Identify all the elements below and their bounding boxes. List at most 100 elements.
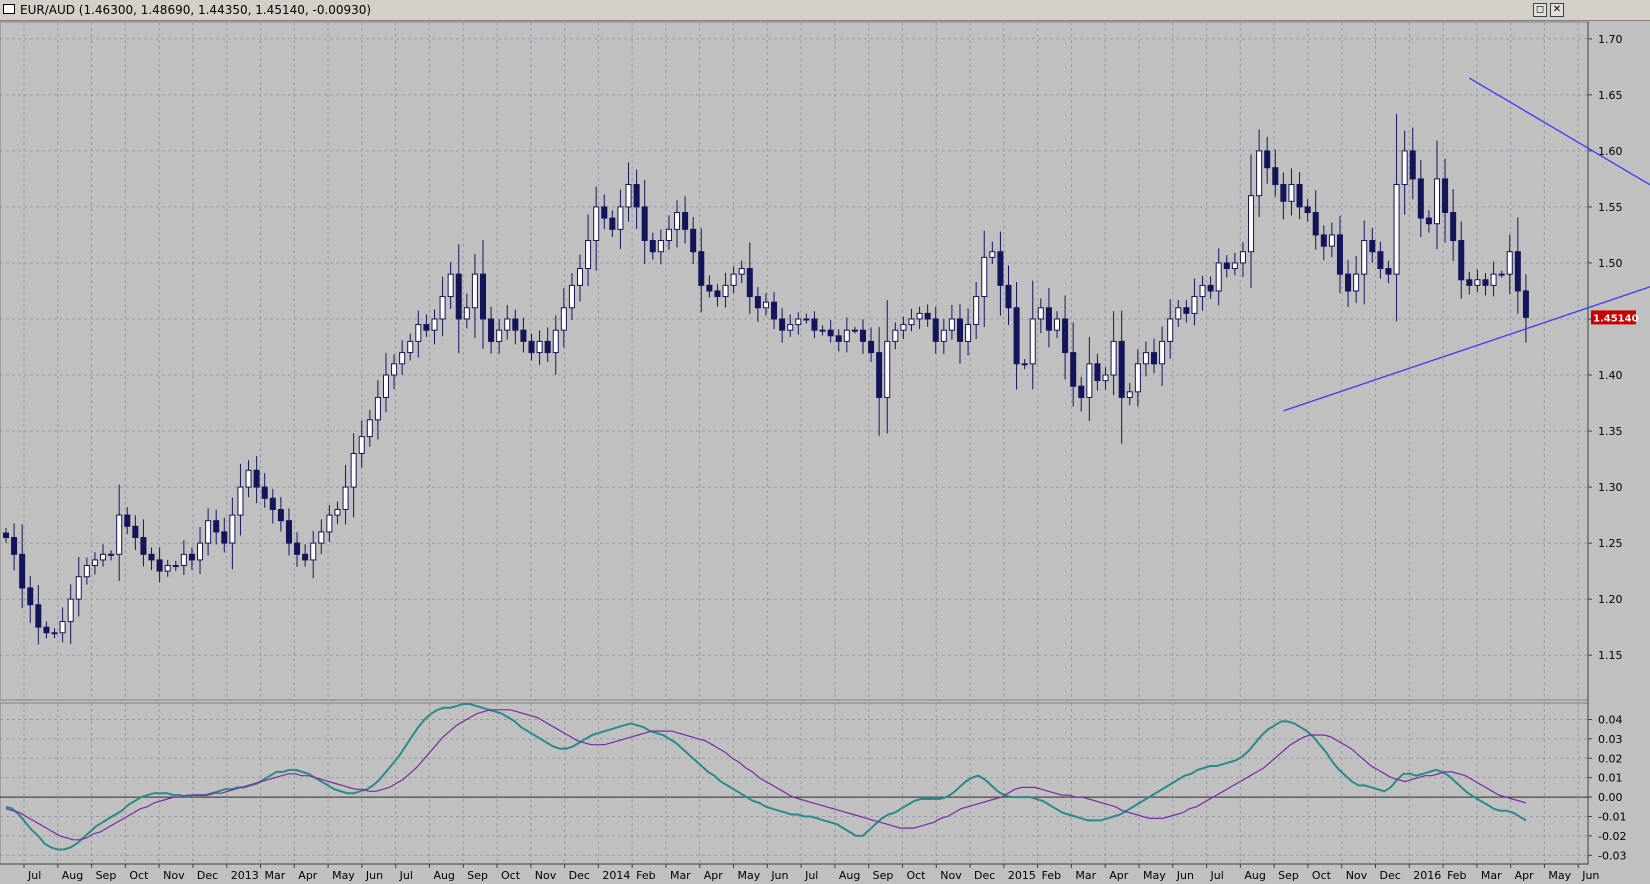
bullish-candle-body [1506, 251, 1513, 275]
bearish-candle-body [11, 537, 18, 555]
price-axis-label: 1.15 [1598, 649, 1623, 662]
bearish-candle-body [520, 329, 527, 342]
bullish-candle-body [496, 329, 503, 342]
bearish-candle-body [1094, 363, 1101, 382]
bearish-candle-body [269, 497, 276, 510]
bullish-candle-body [1053, 318, 1061, 331]
bearish-candle-body [924, 312, 931, 320]
bullish-candle-body [1353, 273, 1360, 292]
x-tick-label: Dec [1379, 869, 1400, 882]
bullish-candle-body [407, 340, 414, 354]
bearish-candle-body [1062, 318, 1069, 354]
x-tick-label: 2014 [602, 869, 630, 882]
bearish-candle-body [221, 531, 228, 544]
x-tick-label: Apr [704, 869, 724, 882]
bearish-candle-body [1312, 212, 1319, 236]
x-tick-label: Dec [569, 869, 590, 882]
bullish-candle-body [577, 268, 584, 286]
x-tick-label: May [1143, 869, 1166, 882]
bullish-candle-body [447, 273, 454, 298]
bullish-candle-body [334, 508, 341, 516]
bearish-candle-body [997, 251, 1004, 286]
price-chart[interactable]: Jul Aug Sep Oct Nov Dec 2013 Mar Apr May Jun Jul Aug… [0, 0, 1650, 884]
x-tick-label: Nov [163, 869, 185, 882]
bullish-candle-body [851, 329, 858, 332]
bullish-candle-body [1248, 195, 1255, 253]
x-tick-label: Oct [129, 869, 149, 882]
bullish-candle-body [1215, 262, 1222, 292]
bearish-candle-body [1522, 290, 1529, 318]
bullish-candle-body [164, 565, 171, 572]
price-axis-label: 1.70 [1598, 33, 1623, 46]
bearish-candle-body [1207, 284, 1214, 292]
bullish-candle-body [391, 363, 398, 376]
bullish-candle-body [504, 318, 511, 331]
bearish-candle-body [601, 206, 608, 219]
price-axis-label: 1.20 [1598, 593, 1623, 606]
bullish-candle-body [399, 352, 406, 365]
oscillator-axis-label: 0.02 [1598, 752, 1623, 765]
bearish-candle-body [528, 340, 535, 354]
bullish-candle-body [431, 318, 438, 331]
x-tick-label: Feb [1447, 869, 1466, 882]
x-tick-label: Mar [670, 869, 691, 882]
price-axis-label: 1.35 [1598, 425, 1623, 438]
x-tick-label: May [332, 869, 355, 882]
bullish-candle-body [552, 329, 559, 354]
oscillator-axis-label: 0.04 [1598, 713, 1623, 726]
bullish-candle-body [819, 329, 826, 332]
x-tick-label: Aug [839, 869, 860, 882]
bullish-candle-body [326, 514, 333, 533]
x-tick-label: Jul [804, 869, 818, 882]
bearish-candle-body [132, 525, 139, 539]
bearish-candle-body [811, 318, 818, 331]
bullish-candle-body [884, 340, 891, 398]
x-tick-label: Jun [365, 869, 383, 882]
bullish-candle-body [1191, 296, 1198, 314]
bearish-candle-body [868, 340, 875, 354]
bearish-candle-body [835, 335, 842, 342]
x-tick-label: Jul [399, 869, 413, 882]
bullish-candle-body [67, 598, 74, 623]
bullish-candle-body [180, 553, 187, 567]
bullish-candle-body [665, 228, 672, 242]
bullish-candle-body [374, 396, 381, 421]
bearish-candle-body [1296, 183, 1303, 208]
bullish-candle-body [1433, 178, 1440, 225]
bearish-candle-body [649, 240, 656, 253]
bearish-candle-body [148, 553, 155, 561]
bullish-candle-body [237, 486, 244, 516]
bullish-candle-body [197, 542, 204, 561]
bearish-candle-body [479, 273, 487, 320]
bullish-candle-body [358, 436, 365, 454]
bearish-candle-body [1514, 251, 1521, 292]
chart-window: EUR/AUD (1.46300, 1.48690, 1.44350, 1.45… [0, 0, 1650, 884]
bullish-candle-body [382, 374, 389, 398]
price-axis-label: 1.65 [1598, 89, 1623, 102]
price-axis-label: 1.40 [1598, 369, 1623, 382]
bullish-candle-body [908, 318, 915, 326]
bullish-candle-body [738, 268, 745, 275]
x-tick-label: Feb [1042, 869, 1061, 882]
bearish-candle-body [124, 514, 131, 527]
bearish-candle-body [956, 318, 963, 342]
x-tick-label: 2015 [1008, 869, 1036, 882]
bearish-candle-body [1183, 307, 1190, 314]
bullish-candle-body [1029, 318, 1036, 365]
bullish-candle-body [795, 318, 802, 326]
bullish-candle-body [1142, 352, 1149, 365]
bearish-candle-body [1336, 234, 1343, 275]
bullish-candle-body [1086, 363, 1093, 398]
bullish-candle-body [1126, 391, 1133, 398]
x-tick-label: Jun [770, 869, 788, 882]
bullish-candle-body [657, 240, 664, 253]
bullish-candle-body [803, 318, 810, 321]
x-tick-label: Oct [1312, 869, 1332, 882]
bearish-candle-body [1345, 273, 1352, 292]
bullish-candle-body [1361, 240, 1368, 275]
price-axis-label: 1.55 [1598, 201, 1623, 214]
x-tick-label: 2016 [1413, 869, 1441, 882]
bearish-candle-body [1223, 262, 1230, 270]
oscillator-axis-label: 0.00 [1598, 791, 1623, 804]
x-tick-label: Aug [62, 869, 83, 882]
